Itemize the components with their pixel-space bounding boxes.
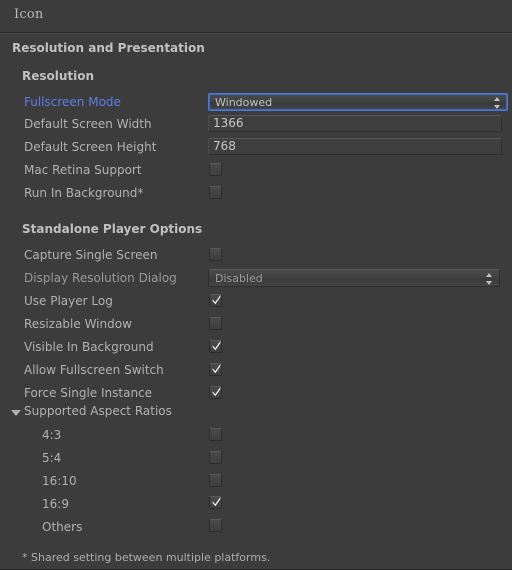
stepper-arrows-icon	[494, 97, 501, 109]
label-fullscreen-mode: Fullscreen Mode	[24, 95, 121, 109]
foldout-triangle-down-icon[interactable]	[11, 410, 21, 416]
label-allow-fullscreen-switch: Allow Fullscreen Switch	[24, 363, 164, 377]
checkmark-icon	[212, 340, 221, 351]
checkbox-allow-fullscreen-switch[interactable]	[209, 363, 222, 376]
label-default-screen-height: Default Screen Height	[24, 140, 157, 154]
checkbox-aspect-ratio-16-10[interactable]	[209, 474, 222, 487]
subsection-header-resolution: Resolution	[22, 69, 95, 83]
checkbox-force-single-instance[interactable]	[209, 386, 222, 399]
checkbox-capture-single-screen[interactable]	[209, 248, 222, 261]
checkbox-aspect-ratio-16-9[interactable]	[209, 496, 222, 509]
panel-titlebar: Icon	[0, 0, 512, 34]
checkmark-icon	[212, 363, 221, 374]
label-aspect-ratio-16-9: 16:9	[42, 497, 69, 511]
page-title: Icon	[14, 7, 44, 22]
input-default-screen-width[interactable]: 1366	[208, 115, 502, 132]
section-header-resolution-and-presentation: Resolution and Presentation	[12, 41, 205, 55]
foldout-label-supported-aspect-ratios[interactable]: Supported Aspect Ratios	[24, 404, 172, 418]
dropdown-fullscreen-mode[interactable]: Windowed	[208, 93, 508, 111]
label-use-player-log: Use Player Log	[24, 294, 113, 308]
input-default-screen-height[interactable]: 768	[208, 138, 502, 155]
checkmark-icon	[212, 294, 221, 305]
label-force-single-instance: Force Single Instance	[24, 386, 153, 400]
checkmark-icon	[212, 496, 221, 507]
dropdown-display-resolution-dialog[interactable]: Disabled	[208, 269, 500, 287]
checkbox-use-player-log[interactable]	[209, 294, 222, 307]
checkbox-aspect-ratio-5-4[interactable]	[209, 451, 222, 464]
label-aspect-ratio-others: Others	[42, 520, 83, 534]
label-display-resolution-dialog: Display Resolution Dialog	[24, 271, 177, 285]
player-settings-panel: Icon Resolution and Presentation Resolut…	[0, 0, 512, 570]
checkbox-resizable-window[interactable]	[209, 317, 222, 330]
checkbox-aspect-ratio-others[interactable]	[209, 519, 222, 532]
label-run-in-background: Run In Background*	[24, 186, 144, 200]
stepper-arrows-icon	[486, 273, 493, 285]
checkbox-run-in-background[interactable]	[209, 186, 222, 199]
footer-note: * Shared setting between multiple platfo…	[22, 551, 271, 564]
label-mac-retina-support: Mac Retina Support	[24, 163, 142, 177]
checkmark-icon	[212, 386, 221, 397]
label-capture-single-screen: Capture Single Screen	[24, 248, 158, 262]
label-aspect-ratio-4-3: 4:3	[42, 428, 62, 442]
subsection-header-standalone-player-options: Standalone Player Options	[22, 222, 203, 236]
dropdown-display-resolution-dialog-value: Disabled	[215, 272, 263, 285]
checkbox-mac-retina-support[interactable]	[209, 163, 222, 176]
label-default-screen-width: Default Screen Width	[24, 117, 152, 131]
label-visible-in-background: Visible In Background	[24, 340, 154, 354]
checkbox-aspect-ratio-4-3[interactable]	[209, 428, 222, 441]
label-aspect-ratio-5-4: 5:4	[42, 451, 62, 465]
checkbox-visible-in-background[interactable]	[209, 340, 222, 353]
dropdown-fullscreen-mode-value: Windowed	[215, 96, 273, 109]
label-aspect-ratio-16-10: 16:10	[42, 474, 77, 488]
label-resizable-window: Resizable Window	[24, 317, 132, 331]
